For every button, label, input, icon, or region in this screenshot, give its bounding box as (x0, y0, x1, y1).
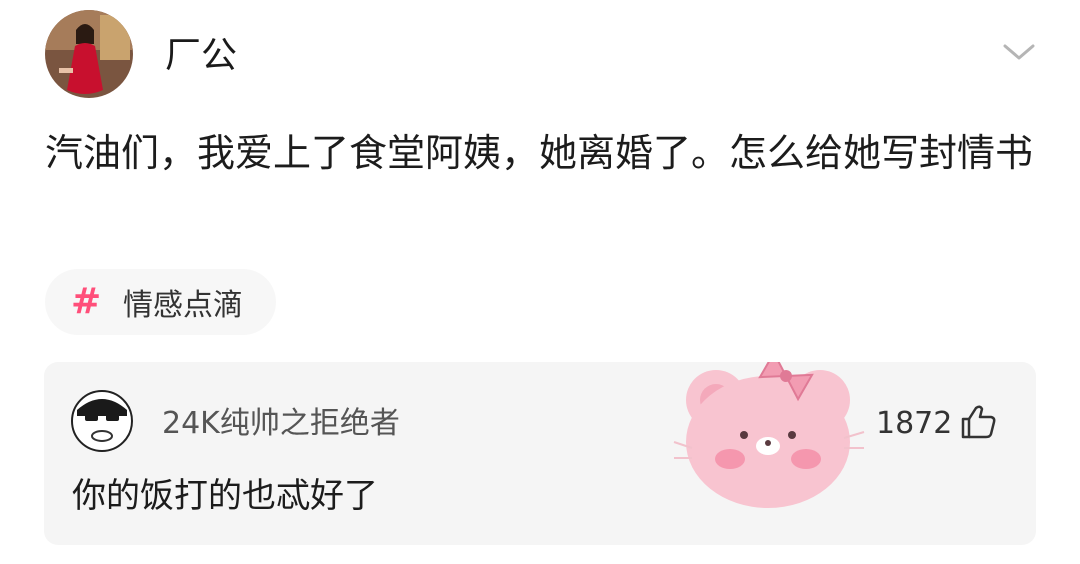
pink-bear-sticker (668, 362, 868, 520)
top-comment-card[interactable]: 24K纯帅之拒绝者 你的饭打的也忒好了 1872 (44, 362, 1036, 545)
like-count: 1872 (876, 406, 953, 441)
post-text: 汽油们，我爱上了食堂阿姨，她离婚了。怎么给她写封情书 (45, 131, 1034, 175)
chevron-down-icon[interactable] (1001, 38, 1037, 66)
hash-icon: # (71, 281, 102, 322)
author-name[interactable]: 厂公 (165, 34, 237, 78)
comment-text: 你的饭打的也忒好了 (72, 476, 378, 516)
topic-tag[interactable]: # 情感点滴 (45, 269, 276, 335)
author-avatar[interactable] (45, 10, 133, 98)
commenter-avatar[interactable] (71, 390, 133, 452)
topic-tag-label: 情感点滴 (123, 288, 243, 323)
commenter-name[interactable]: 24K纯帅之拒绝者 (162, 406, 400, 442)
thumbs-up-icon[interactable] (958, 402, 998, 442)
